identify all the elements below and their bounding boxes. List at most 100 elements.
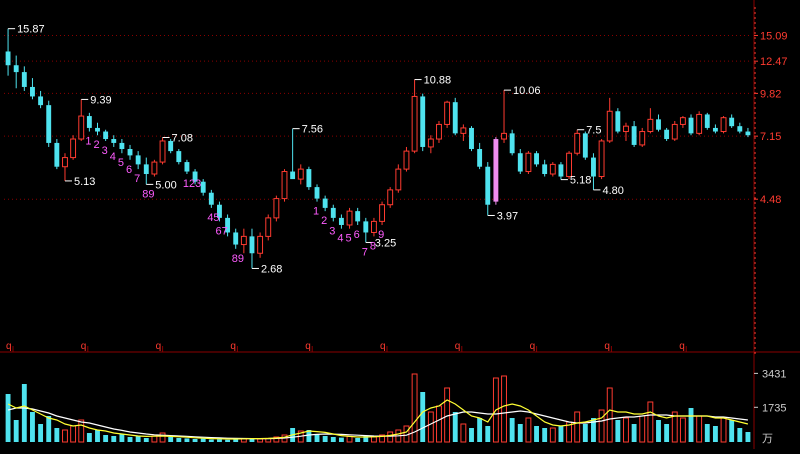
- volume-bar: [119, 434, 125, 442]
- candle-body: [184, 162, 190, 172]
- volume-bar: [525, 417, 532, 443]
- volume-bar: [542, 428, 548, 442]
- volume-bar: [737, 428, 743, 442]
- price-label: 7.5: [586, 125, 601, 137]
- candle-body: [387, 189, 394, 206]
- candle-body: [21, 72, 27, 87]
- candle-body: [13, 65, 19, 73]
- candle-body: [176, 151, 182, 163]
- sequence-label: 123: [183, 178, 201, 190]
- volume-bar: [469, 428, 474, 442]
- candle-body: [143, 164, 149, 175]
- volume-bar: [696, 415, 703, 443]
- candle-body: [574, 132, 581, 154]
- volume-bar: [70, 425, 77, 443]
- volume-bar: [534, 426, 539, 442]
- period-marker: q: [679, 341, 685, 352]
- candle-body: [696, 113, 703, 134]
- volume-bar: [720, 417, 727, 443]
- period-marker: q: [156, 341, 162, 352]
- sequence-label: 4: [337, 233, 343, 245]
- candle-body: [598, 140, 605, 178]
- price-label: 3.97: [497, 210, 518, 222]
- volume-bar: [631, 424, 637, 442]
- candle-body: [103, 131, 109, 140]
- candle-body: [38, 96, 44, 106]
- volume-bar: [420, 392, 426, 442]
- volume-bar: [355, 438, 361, 442]
- sequence-label: 45: [207, 212, 219, 224]
- candle-body: [379, 204, 386, 222]
- volume-bar: [387, 431, 394, 443]
- candle-body: [257, 235, 264, 254]
- period-marker: q: [230, 341, 236, 352]
- price-tick-label: 9.82: [760, 88, 781, 100]
- volume-bar: [647, 401, 654, 443]
- sequence-label: 89: [232, 253, 244, 265]
- candle-body: [509, 133, 515, 154]
- price-label: 7.56: [302, 124, 323, 136]
- candle-body: [558, 164, 564, 177]
- candle-body: [240, 235, 247, 246]
- volume-bar: [208, 439, 214, 442]
- candle-body: [78, 115, 85, 140]
- volume-bar: [615, 420, 621, 442]
- candle-body: [111, 139, 117, 143]
- volume-bar: [460, 423, 467, 443]
- candle-body: [688, 117, 694, 134]
- sequence-label: 6: [354, 229, 360, 241]
- candle-body: [729, 117, 735, 127]
- price-label: 4.80: [602, 185, 623, 197]
- volume-bar: [664, 424, 670, 442]
- candle-body: [582, 133, 588, 158]
- candle-body: [306, 169, 312, 188]
- candle-body: [273, 198, 280, 219]
- period-marker: q: [81, 341, 87, 352]
- volume-bar: [111, 436, 117, 442]
- sequence-label: 2: [321, 215, 327, 227]
- price-label: 2.68: [261, 263, 282, 275]
- candle-body: [549, 163, 556, 175]
- candle-body: [395, 168, 402, 191]
- sequence-label: 5: [118, 157, 124, 169]
- candle-body: [444, 101, 451, 125]
- candle-body: [363, 221, 369, 233]
- sequence-label: 7: [134, 173, 140, 185]
- candle-body: [460, 127, 467, 134]
- price-tick-label: 4.48: [760, 194, 781, 206]
- sequence-label: 3: [329, 225, 335, 237]
- candle-body: [346, 210, 353, 226]
- volume-bar: [623, 417, 629, 443]
- volume-bar: [688, 408, 694, 442]
- candle-body: [62, 157, 68, 168]
- volume-bar: [501, 375, 507, 443]
- sequence-label: 1: [313, 206, 319, 218]
- volume-bar: [176, 438, 182, 442]
- candle-body: [46, 105, 52, 143]
- period-marker: q: [305, 341, 311, 352]
- volume-bar: [452, 412, 458, 442]
- volume-bar: [168, 437, 174, 442]
- volume-tick-label: 3431: [762, 368, 786, 380]
- candle-body: [200, 181, 206, 193]
- period-marker: q: [380, 341, 386, 352]
- price-label: 7.08: [172, 132, 193, 144]
- candle-body: [639, 131, 646, 146]
- candle-body: [420, 96, 426, 147]
- candle-body: [737, 126, 743, 132]
- sequence-label: 1: [85, 136, 91, 148]
- volume-bar: [200, 438, 206, 442]
- candle-body: [631, 126, 637, 145]
- candle-body: [720, 117, 727, 133]
- candle-body: [54, 142, 60, 167]
- volume-bar: [225, 439, 231, 442]
- candlestick-chart-svg: 15.875.139.395.007.082.687.563.2510.883.…: [0, 0, 800, 449]
- candle-body: [493, 139, 499, 202]
- volume-bar: [151, 435, 158, 443]
- candle-body: [281, 171, 288, 200]
- period-marker: q: [604, 341, 610, 352]
- volume-bar: [257, 438, 264, 443]
- volume-bar: [103, 435, 109, 442]
- candle-body: [208, 192, 214, 205]
- volume-bar: [517, 424, 523, 442]
